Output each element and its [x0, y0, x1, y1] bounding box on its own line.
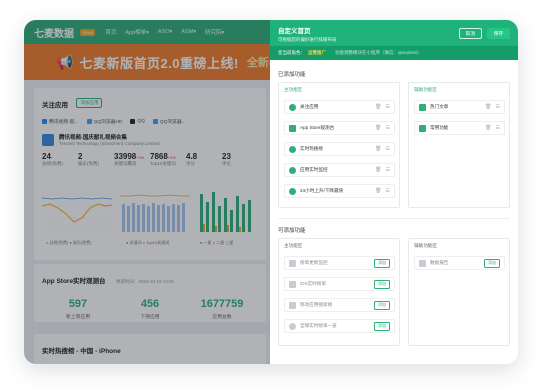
monitor-circle-icon: [289, 166, 296, 174]
available-item-ios-realtime: iOS实时榜单 添加: [284, 277, 395, 291]
drag-handle-icon[interactable]: ☰: [496, 104, 500, 110]
monitor-icon: [289, 124, 296, 132]
added-item-24h-movers[interactable]: 24小时上升/下降最快 🗑 ☰: [284, 184, 395, 198]
delete-icon[interactable]: 🗑: [375, 146, 381, 152]
document-icon: [289, 259, 296, 267]
drag-handle-icon[interactable]: ☰: [386, 188, 390, 194]
panel-header: 自定义首页 可根据您的偏好进行排版布局 取消 保存: [270, 20, 518, 46]
added-item-follow-apps[interactable]: 关注应用 🗑 ☰: [284, 100, 395, 114]
available-section-title: 可添加功能: [278, 228, 306, 234]
add-button[interactable]: 添加: [374, 279, 390, 289]
grid-icon: [419, 124, 426, 132]
modal-backdrop[interactable]: [24, 20, 270, 364]
available-item-data-report: 数据报告 添加: [414, 256, 505, 270]
globe-icon: [289, 322, 296, 330]
drag-handle-icon[interactable]: ☰: [386, 104, 390, 110]
available-item-global-rank: 全球实时榜单一览 添加: [284, 319, 395, 333]
available-item-search-rank: 移动应用搜索榜 添加: [284, 298, 395, 312]
notice-prefix: 您当前角色：: [278, 50, 305, 55]
drag-handle-icon[interactable]: ☰: [386, 125, 390, 131]
aux-block-title: 辅助功能区: [414, 87, 437, 92]
drag-handle-icon[interactable]: ☰: [386, 167, 390, 173]
role-notice: 您当前角色： 运营推广 功能调整模块在小程序（微信：qimaimini）: [270, 46, 518, 60]
fire-icon: [289, 145, 296, 153]
added-item-common-functions[interactable]: 常用功能 🗑 ☰: [414, 121, 505, 135]
delete-icon[interactable]: 🗑: [375, 167, 381, 173]
add-button[interactable]: 添加: [374, 321, 390, 331]
trophy-icon: [289, 301, 296, 309]
save-button[interactable]: 保存: [487, 28, 510, 39]
added-main-block: 主功能区 关注应用 🗑 ☰ App Store观测台 🗑 ☰ 实时热搜榜 🗑 ☰ 应用实时监…: [278, 82, 400, 208]
added-item-appstore-observatory[interactable]: App Store观测台 🗑 ☰: [284, 121, 395, 135]
report-icon: [419, 259, 426, 267]
app-window: 七麦数据 QIMAI 首页 App榜单▾ ASO▾ ASM▾ 研究院▾ 📢 七麦…: [24, 20, 518, 364]
article-icon: [419, 103, 426, 111]
document-icon: [289, 280, 296, 288]
add-button[interactable]: 添加: [374, 300, 390, 310]
notice-role[interactable]: 运营推广: [308, 50, 326, 56]
notice-sub: 功能调整模块在小程序（微信：qimaimini）: [335, 50, 422, 55]
added-section-title: 已添加功能: [278, 72, 306, 78]
section-divider: [278, 218, 510, 219]
delete-icon[interactable]: 🗑: [485, 125, 491, 131]
added-item-hot-search[interactable]: 实时热搜榜 🗑 ☰: [284, 142, 395, 156]
delete-icon[interactable]: 🗑: [485, 104, 491, 110]
delete-icon[interactable]: 🗑: [375, 104, 381, 110]
available-item-rank-update: 榜单更新监控 添加: [284, 256, 395, 270]
heart-icon: [289, 103, 296, 111]
available-aux-title: 辅助功能区: [414, 243, 437, 248]
drag-handle-icon[interactable]: ☰: [386, 146, 390, 152]
added-item-realtime-monitor[interactable]: 应用实时监控 🗑 ☰: [284, 163, 395, 177]
delete-icon[interactable]: 🗑: [375, 188, 381, 194]
add-button[interactable]: 添加: [484, 258, 500, 268]
available-main-block: 主功能区 榜单更新监控 添加 iOS实时榜单 添加 移动应用搜索榜 添加 全球实时榜单…: [278, 238, 400, 346]
drag-handle-icon[interactable]: ☰: [496, 125, 500, 131]
delete-icon[interactable]: 🗑: [375, 125, 381, 131]
customize-homepage-panel: 自定义首页 可根据您的偏好进行排版布局 取消 保存 您当前角色： 运营推广 功能…: [270, 20, 518, 364]
add-button[interactable]: 添加: [374, 258, 390, 268]
added-item-hot-articles[interactable]: 热门文章 🗑 ☰: [414, 100, 505, 114]
available-aux-block: 辅助功能区 数据报告 添加: [408, 238, 510, 346]
clock-icon: [289, 187, 296, 195]
added-aux-block: 辅助功能区 热门文章 🗑 ☰ 常用功能 🗑 ☰: [408, 82, 510, 208]
available-main-title: 主功能区: [284, 243, 303, 248]
main-block-title: 主功能区: [284, 87, 303, 92]
cancel-button[interactable]: 取消: [459, 28, 482, 39]
